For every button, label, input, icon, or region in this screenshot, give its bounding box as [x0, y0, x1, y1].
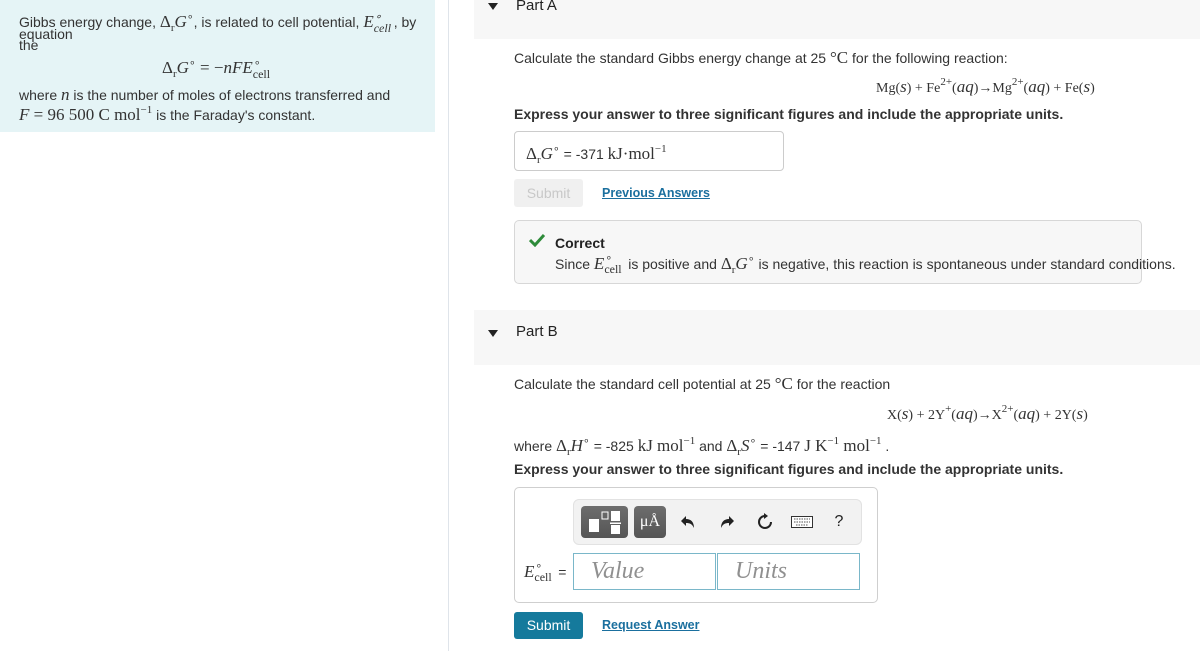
checkmark-icon: [529, 233, 545, 247]
units-button[interactable]: μÅ: [634, 506, 666, 538]
part-a-header[interactable]: Part A: [474, 0, 1200, 39]
keyboard-icon[interactable]: [789, 511, 815, 533]
part-b-instruction: Express your answer to three significant…: [514, 461, 1064, 477]
part-b-title: Part B: [516, 323, 558, 340]
math-ecell: E ∘ cell: [363, 11, 392, 35]
math-drg: ΔrG∘: [159, 11, 194, 34]
collapse-caret-icon[interactable]: [488, 330, 498, 337]
math-toolbar: μÅ ?: [573, 499, 862, 545]
undo-icon[interactable]: [677, 511, 699, 533]
part-b-submit-button[interactable]: Submit: [514, 612, 583, 639]
units-field[interactable]: [717, 553, 860, 590]
redo-icon[interactable]: [716, 511, 738, 533]
value-input[interactable]: [574, 554, 715, 589]
units-input[interactable]: [718, 554, 859, 589]
part-b-question: Calculate the standard cell potential at…: [514, 374, 891, 393]
intro-panel: Gibbs energy change, ΔrG∘, is related to…: [0, 0, 435, 132]
part-a-answer-unit: kJ·mol: [607, 144, 655, 163]
part-a-answer-box: ΔrG∘ = -371 kJ·mol−1: [514, 131, 784, 171]
value-field[interactable]: [573, 553, 716, 590]
part-a-instruction: Express your answer to three significant…: [514, 106, 1064, 122]
request-answer-link[interactable]: Request Answer: [602, 618, 699, 632]
part-a-reaction: Mg(s) + Fe2+(aq)→Mg2+(aq) + Fe(s): [876, 76, 1095, 96]
part-a-question: Calculate the standard Gibbs energy chan…: [514, 48, 1008, 67]
feedback-status: Correct: [555, 235, 605, 251]
previous-answers-link[interactable]: Previous Answers: [602, 186, 710, 200]
faraday-line: F = 96 500 C mol−1 is the Faraday's cons…: [19, 104, 316, 124]
reset-icon[interactable]: [754, 511, 776, 533]
part-a-title: Part A: [516, 0, 557, 14]
part-a-answer-value: -371: [575, 146, 604, 162]
templates-button[interactable]: [581, 506, 628, 538]
gibbs-equation: ΔrG∘ = −nFE ∘ cell: [162, 57, 271, 81]
part-b-header[interactable]: Part B: [474, 310, 1200, 365]
part-a-submit-button: Submit: [514, 179, 583, 207]
collapse-caret-icon[interactable]: [488, 3, 498, 10]
templates-icon: [589, 511, 621, 534]
part-b-given: where ΔrH∘ = -825 kJ mol−1 and ΔrS∘ = -1…: [514, 435, 890, 458]
intro-line-2: equation: [19, 26, 73, 42]
panel-divider: [448, 0, 449, 651]
feedback-box: Correct Since E ∘ cell is positive and ΔrG…: [514, 220, 1176, 284]
feedback-text: Since E ∘ cell is positive and ΔrG∘ is neg…: [555, 252, 1176, 276]
ecell-label: E ∘ cell =: [524, 560, 567, 584]
help-button[interactable]: ?: [828, 511, 850, 533]
intro-line-1: Gibbs energy change, ΔrG∘, is related to…: [19, 11, 417, 53]
part-b-reaction: X(s) + 2Y+(aq)→X2+(aq) + 2Y(s): [887, 403, 1088, 423]
